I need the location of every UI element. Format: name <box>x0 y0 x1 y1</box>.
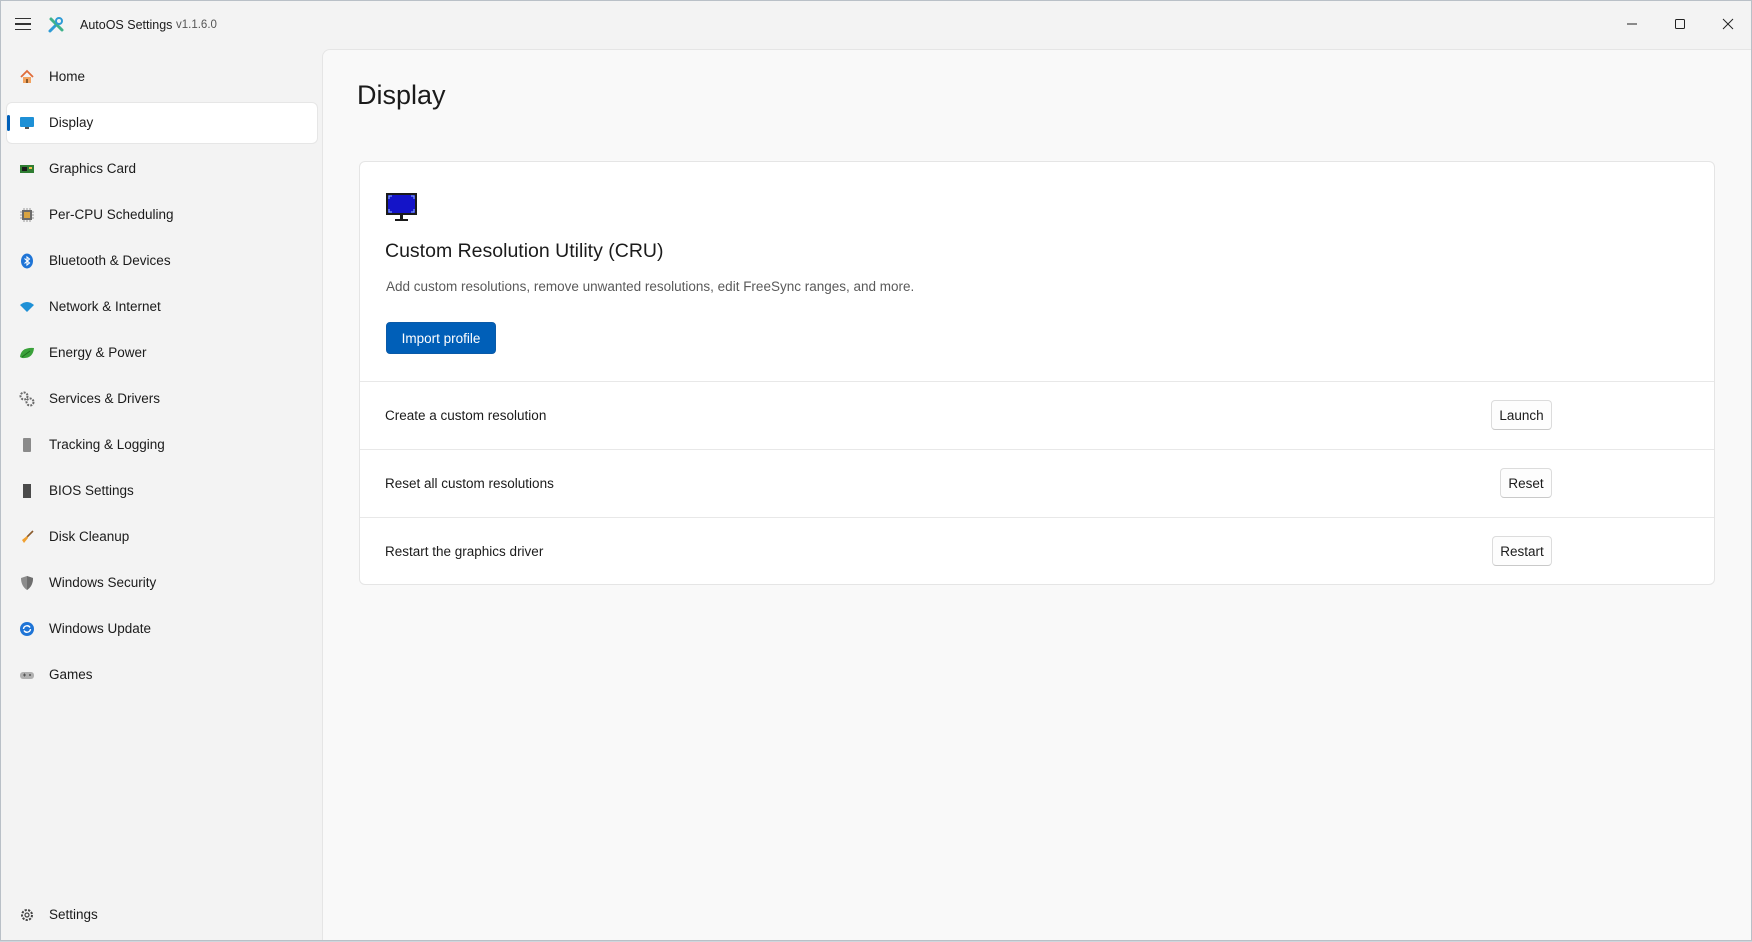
sidebar-item-bios-settings[interactable]: BIOS Settings <box>7 471 317 511</box>
title-bar: AutoOS Settings v1.1.6.0 <box>1 1 1751 49</box>
maximize-icon <box>1675 19 1685 29</box>
sidebar-item-windows-security[interactable]: Windows Security <box>7 563 317 603</box>
sidebar-item-label: Display <box>49 115 94 130</box>
monitor-icon <box>20 117 34 129</box>
sidebar-item-label: Windows Security <box>49 575 157 590</box>
settings-row: Restart the graphics driver Restart <box>360 517 1714 584</box>
chip-icon <box>23 484 31 498</box>
restart-button[interactable]: Restart <box>1492 536 1552 566</box>
sidebar-item-label: Services & Drivers <box>49 391 161 406</box>
home-icon <box>20 69 34 83</box>
sidebar-item-label: Tracking & Logging <box>49 437 165 452</box>
card-title: Custom Resolution Utility (CRU) <box>385 240 664 262</box>
bluetooth-icon <box>21 253 33 269</box>
wifi-icon <box>20 302 34 312</box>
gear-icon <box>21 909 33 921</box>
maximize-button[interactable] <box>1656 1 1704 47</box>
sidebar-item-label: Settings <box>49 907 98 922</box>
sidebar-item-network-internet[interactable]: Network & Internet <box>7 287 317 327</box>
document-icon <box>23 438 31 452</box>
sidebar-item-display[interactable]: Display <box>7 103 317 143</box>
shield-icon <box>21 576 33 590</box>
sidebar-item-label: Energy & Power <box>49 345 147 360</box>
card-description: Add custom resolutions, remove unwanted … <box>386 279 915 294</box>
gears-icon <box>19 391 35 407</box>
broom-icon <box>22 530 34 543</box>
close-button[interactable] <box>1704 1 1751 47</box>
graphics-card-icon <box>20 165 34 173</box>
gamepad-icon <box>20 672 34 679</box>
app-title: AutoOS Settings <box>80 18 173 32</box>
minimize-icon <box>1627 23 1637 25</box>
sidebar-item-label: Home <box>49 69 86 84</box>
cru-card: Custom Resolution Utility (CRU) Add cust… <box>359 161 1715 585</box>
hamburger-menu-icon[interactable] <box>15 15 33 33</box>
import-profile-button[interactable]: Import profile <box>386 322 496 354</box>
row-label: Restart the graphics driver <box>385 544 544 559</box>
wrench-screwdriver-icon <box>48 17 64 33</box>
sidebar-item-label: Games <box>49 667 93 682</box>
sidebar-item-label: Graphics Card <box>49 161 137 176</box>
reset-button[interactable]: Reset <box>1500 468 1552 498</box>
cpu-icon <box>20 208 34 222</box>
row-label: Create a custom resolution <box>385 408 547 423</box>
update-icon <box>20 622 34 636</box>
monitor-icon <box>386 193 417 221</box>
row-label: Reset all custom resolutions <box>385 476 554 491</box>
app-version: v1.1.6.0 <box>176 19 217 31</box>
sidebar-item-disk-cleanup[interactable]: Disk Cleanup <box>7 517 317 557</box>
sidebar-item-games[interactable]: Games <box>7 655 317 695</box>
sidebar-item-label: Per-CPU Scheduling <box>49 207 174 222</box>
sidebar-item-label: BIOS Settings <box>49 483 134 498</box>
settings-row: Reset all custom resolutions Reset <box>360 449 1714 516</box>
sidebar-item-per-cpu-scheduling[interactable]: Per-CPU Scheduling <box>7 195 317 235</box>
sidebar-item-services-drivers[interactable]: Services & Drivers <box>7 379 317 419</box>
app-window: AutoOS Settings v1.1.6.0 Home Display Gr… <box>0 0 1752 941</box>
page-title: Display <box>357 80 446 110</box>
sidebar-item-settings[interactable]: Settings <box>7 895 317 935</box>
sidebar-item-graphics-card[interactable]: Graphics Card <box>7 149 317 189</box>
close-icon <box>1722 18 1734 30</box>
sidebar-item-label: Bluetooth & Devices <box>49 253 171 268</box>
sidebar-item-home[interactable]: Home <box>7 57 317 97</box>
launch-button[interactable]: Launch <box>1491 400 1552 430</box>
sidebar-item-label: Disk Cleanup <box>49 529 130 544</box>
leaf-battery-icon <box>20 347 34 359</box>
sidebar-item-label: Network & Internet <box>49 299 161 314</box>
sidebar-item-windows-update[interactable]: Windows Update <box>7 609 317 649</box>
sidebar-item-energy-power[interactable]: Energy & Power <box>7 333 317 373</box>
main-content: Display Custom Resolution Utility (CRU) … <box>322 49 1751 940</box>
settings-row: Create a custom resolution Launch <box>360 381 1714 448</box>
sidebar-nav: Home Display Graphics Card Per-CPU Sched… <box>1 49 321 940</box>
minimize-button[interactable] <box>1608 1 1656 47</box>
sidebar-item-label: Windows Update <box>49 621 152 636</box>
sidebar-item-tracking-logging[interactable]: Tracking & Logging <box>7 425 317 465</box>
sidebar-item-bluetooth-devices[interactable]: Bluetooth & Devices <box>7 241 317 281</box>
